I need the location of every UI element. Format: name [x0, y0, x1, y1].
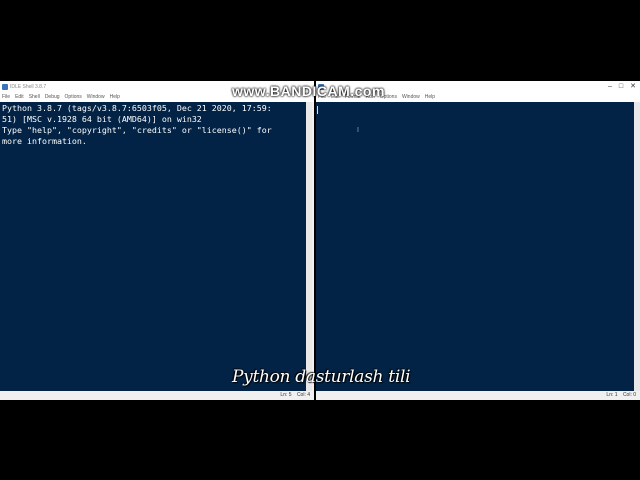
console-line: Type "help", "copyright", "credits" or "… — [2, 125, 272, 135]
editor-line-number: Ln: 1 — [606, 392, 618, 398]
editor-menu-window[interactable]: Window — [402, 93, 420, 102]
shell-menu-window[interactable]: Window — [87, 93, 105, 102]
maximize-icon[interactable]: □ — [619, 81, 623, 93]
shell-menu-file[interactable]: File — [2, 93, 10, 102]
video-caption: Python dasturlash tili — [232, 367, 411, 387]
shell-title: IDLE Shell 3.8.7 — [10, 84, 47, 90]
close-icon[interactable]: ✕ — [630, 81, 636, 93]
shell-status-bar: Ln: 5 Col: 4 — [0, 391, 314, 400]
idle-shell-window: IDLE Shell 3.8.7 File Edit Shell Debug O… — [0, 81, 314, 400]
editor-scrollbar[interactable] — [634, 102, 640, 391]
editor-status-bar: Ln: 1 Col: 0 — [316, 391, 640, 400]
idle-editor-window: – □ ✕ File Edit Format Run Options Windo… — [316, 81, 640, 400]
console-line: 51) [MSC v.1928 64 bit (AMD64)] on win32 — [2, 114, 202, 124]
bandicam-watermark: www.BANDICAM.com — [232, 83, 385, 99]
shell-line-number: Ln: 5 — [280, 392, 292, 398]
editor-text-area[interactable]: I — [316, 102, 634, 391]
editor-menu-help[interactable]: Help — [425, 93, 435, 102]
console-line: Python 3.8.7 (tags/v3.8.7:6503f05, Dec 2… — [2, 103, 272, 113]
console-line: more information. — [2, 136, 87, 146]
shell-menu-help[interactable]: Help — [110, 93, 120, 102]
shell-col-number: Col: 4 — [296, 392, 310, 398]
ibeam-cursor-icon: I — [357, 127, 359, 134]
window-controls: – □ ✕ — [608, 81, 636, 93]
shell-menu-debug[interactable]: Debug — [45, 93, 60, 102]
idle-app-icon — [2, 84, 8, 90]
shell-menu-options[interactable]: Options — [65, 93, 82, 102]
shell-console[interactable]: Python 3.8.7 (tags/v3.8.7:6503f05, Dec 2… — [0, 102, 306, 391]
shell-menu-edit[interactable]: Edit — [15, 93, 24, 102]
shell-menu-shell[interactable]: Shell — [29, 93, 40, 102]
minimize-icon[interactable]: – — [608, 81, 612, 93]
shell-scrollbar[interactable] — [306, 102, 312, 391]
editor-col-number: Col: 0 — [622, 392, 636, 398]
text-cursor — [317, 106, 318, 114]
